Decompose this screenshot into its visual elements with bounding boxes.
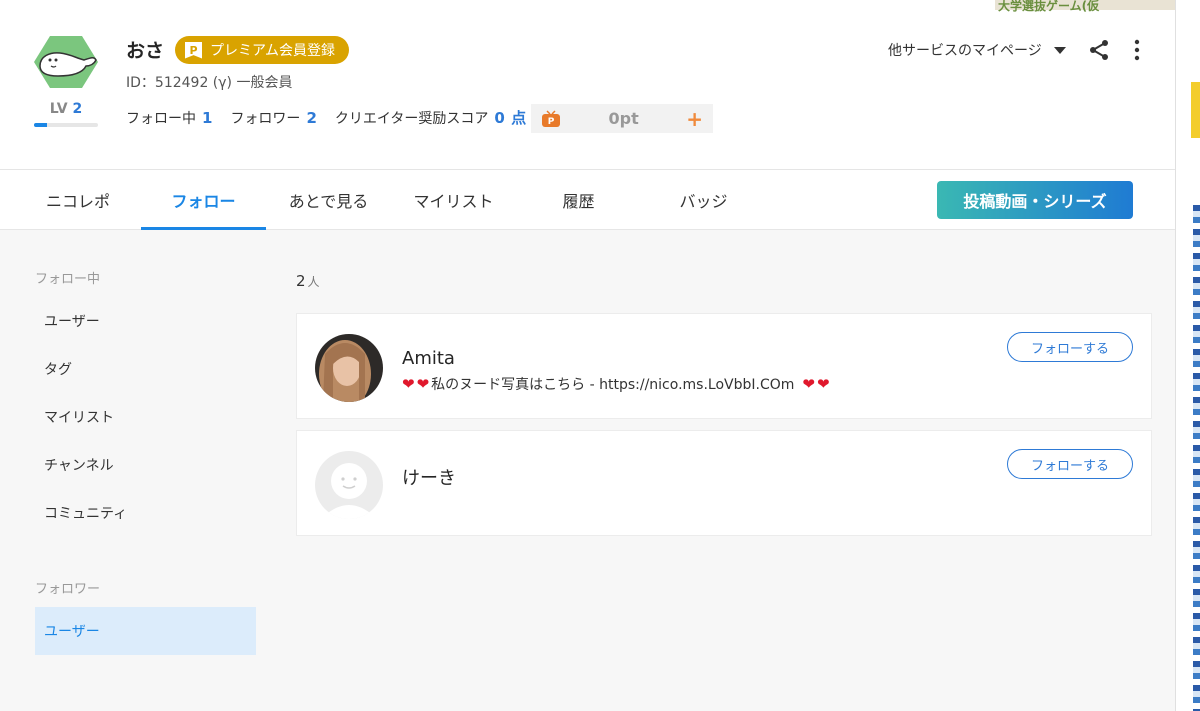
tab-history[interactable]: 履歴 xyxy=(521,170,636,230)
avatar[interactable] xyxy=(34,36,98,88)
share-icon[interactable] xyxy=(1088,39,1110,61)
user-avatar[interactable] xyxy=(315,451,383,519)
caret-down-icon xyxy=(1053,46,1066,54)
svg-text:P: P xyxy=(548,117,555,127)
user-level: LV 2 xyxy=(49,101,83,117)
uploads-series-button[interactable]: 投稿動画・シリーズ xyxy=(937,181,1133,219)
creator-score[interactable]: クリエイター奨励スコア 0 点 xyxy=(335,107,526,128)
add-points-button[interactable]: + xyxy=(686,107,703,131)
tab-mylist[interactable]: マイリスト xyxy=(396,170,511,230)
sidebar-heading-followers: フォロワー xyxy=(35,582,101,597)
user-description: ❤ ❤ 私のヌード写真はこちら - https://nico.ms.LoVbbI.… xyxy=(402,375,830,393)
user-name[interactable]: けーき xyxy=(402,464,456,490)
background-window-edge xyxy=(1175,0,1200,711)
seal-icon xyxy=(39,52,97,77)
sidebar-item-follower-users[interactable]: ユーザー xyxy=(35,607,256,655)
sidebar-item-users[interactable]: ユーザー xyxy=(35,297,256,345)
list-item[interactable]: Amita ❤ ❤ 私のヌード写真はこちら - https://nico.ms.L… xyxy=(296,313,1152,419)
niconico-points-icon: P xyxy=(542,109,560,127)
background-window-title: 大学選抜ゲーム(仮 xyxy=(998,0,1100,13)
username: おさ xyxy=(126,40,165,62)
sidebar-item-channel[interactable]: チャンネル xyxy=(35,441,256,489)
other-services-dropdown[interactable]: 他サービスのマイページ xyxy=(888,40,1066,60)
user-stats: フォロー中 1 フォロワー 2 クリエイター奨励スコア 0 点 xyxy=(126,107,544,128)
list-item[interactable]: けーき フォローする xyxy=(296,430,1152,536)
user-count: 2人 xyxy=(296,272,320,290)
follow-button[interactable]: フォローする xyxy=(1007,449,1133,479)
profile-header: LV 2 おさ P プレミアム会員登録 ID：512492 (γ) 一般会員 フ… xyxy=(0,0,1175,170)
level-progress-bar xyxy=(34,123,98,127)
followers-count[interactable]: フォロワー 2 xyxy=(230,108,316,128)
heart-icon: ❤ xyxy=(402,375,415,393)
following-count[interactable]: フォロー中 1 xyxy=(126,108,212,128)
heart-icon: ❤ xyxy=(802,375,815,393)
user-name[interactable]: Amita xyxy=(402,348,455,369)
user-id: ID：512492 (γ) 一般会員 xyxy=(126,75,293,91)
points-value: 0pt xyxy=(608,109,639,128)
main-content: フォロー中 ユーザー タグ マイリスト チャンネル コミュニティ フォロワー ユ… xyxy=(0,230,1175,711)
tab-badges[interactable]: バッジ xyxy=(646,170,761,230)
follow-button[interactable]: フォローする xyxy=(1007,332,1133,362)
sidebar-item-community[interactable]: コミュニティ xyxy=(35,489,256,537)
sidebar-item-tags[interactable]: タグ xyxy=(35,345,256,393)
heart-icon: ❤ xyxy=(416,375,430,393)
tab-nicorepo[interactable]: ニコレポ xyxy=(20,170,136,230)
tab-bar: ニコレポ フォロー あとで見る マイリスト 履歴 バッジ 投稿動画・シリーズ xyxy=(0,170,1175,230)
tab-watch-later[interactable]: あとで見る xyxy=(271,170,386,230)
premium-icon: P xyxy=(185,41,202,59)
sidebar-heading-following: フォロー中 xyxy=(35,272,101,287)
heart-icon: ❤ xyxy=(816,375,830,393)
premium-signup-button[interactable]: P プレミアム会員登録 xyxy=(175,36,350,64)
user-avatar[interactable] xyxy=(315,334,383,402)
more-menu-icon[interactable] xyxy=(1130,39,1144,61)
sidebar-item-mylist[interactable]: マイリスト xyxy=(35,393,256,441)
points-display: P 0pt + xyxy=(531,104,713,133)
tab-follow[interactable]: フォロー xyxy=(141,170,266,230)
